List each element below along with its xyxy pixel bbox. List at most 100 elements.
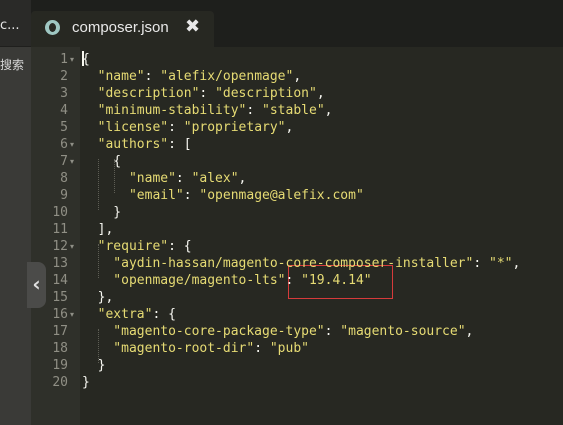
string-token: "magento-source" [340, 324, 466, 339]
code-line[interactable]: } [82, 357, 106, 374]
line-number-gutter: 1 ▾ 2 3 4 5 6 ▾ 7 ▾ 8 9 10 11 12 ▾ 13 14 15 16 ▾ 17 18 19 20 [31, 47, 80, 425]
sidebar-strip: c... 搜索 [0, 0, 31, 425]
string-token: "19.4.14" [301, 273, 372, 288]
string-token: "name" [82, 171, 176, 186]
code-line[interactable]: "require": { [82, 238, 192, 255]
punctuation-token: { [82, 52, 90, 67]
code-editor[interactable]: { "name": "alefix/openmage", "descriptio… [80, 47, 563, 425]
tab-bar: composer.json ✖ [31, 0, 563, 47]
punctuation-token: ], [82, 222, 114, 237]
line-number: 9 [60, 188, 68, 203]
code-line[interactable]: "extra": { [82, 306, 176, 323]
fold-toggle-icon[interactable]: ▾ [70, 306, 74, 323]
line-number: 16 [52, 307, 68, 322]
code-line[interactable]: { [82, 51, 90, 68]
punctuation-token: , [238, 171, 247, 186]
line-number: 6 [60, 137, 68, 152]
line-number: 2 [60, 69, 68, 84]
string-token: "authors" [82, 137, 169, 152]
close-tab-icon[interactable]: ✖ [185, 16, 200, 37]
punctuation-token: : [183, 188, 200, 203]
json-file-icon [45, 20, 60, 35]
code-line[interactable]: "magento-root-dir": "pub" [82, 340, 309, 357]
punctuation-token: : [473, 256, 489, 271]
code-line[interactable]: "magento-core-package-type": "magento-so… [82, 323, 473, 340]
string-token: "openmage/magento-lts" [82, 273, 286, 288]
string-token: "*" [489, 256, 513, 271]
punctuation-token: } [82, 205, 122, 220]
string-token: "pub" [269, 341, 309, 356]
fold-toggle-icon[interactable]: ▾ [70, 238, 74, 255]
punctuation-token: , [512, 256, 521, 271]
code-line[interactable]: "aydin-hassan/magento-core-composer-inst… [82, 255, 520, 272]
code-line[interactable]: } [82, 204, 121, 221]
tab-composer-json[interactable]: composer.json ✖ [31, 11, 214, 47]
punctuation-token: } [82, 358, 106, 373]
fold-toggle-icon[interactable]: ▾ [70, 153, 74, 170]
line-number: 5 [60, 120, 68, 135]
sidebar-search-fragment[interactable]: 搜索 [0, 56, 31, 73]
punctuation-token: } [82, 375, 90, 390]
string-token: "minimum-stability" [82, 103, 247, 118]
line-number: 7 [60, 154, 68, 169]
punctuation-token: : [324, 324, 341, 339]
tab-title: composer.json [72, 19, 169, 36]
string-token: "email" [82, 188, 184, 203]
line-number: 18 [52, 341, 68, 356]
punctuation-token: , [285, 120, 294, 135]
line-number: 1 [60, 52, 68, 67]
sidebar-header: c... [0, 0, 31, 47]
code-line[interactable]: "email": "openmage@alefix.com" [82, 187, 364, 204]
string-token: "openmage@alefix.com" [199, 188, 364, 203]
code-line[interactable]: "license": "proprietary", [82, 119, 294, 136]
line-number: 20 [52, 375, 68, 390]
line-number: 10 [52, 205, 68, 220]
line-number: 11 [52, 222, 68, 237]
punctuation-token: , [316, 86, 325, 101]
punctuation-token: : [246, 103, 263, 118]
punctuation-token: : [254, 341, 270, 356]
punctuation-token: : [ [168, 137, 192, 152]
line-number: 8 [60, 171, 68, 186]
code-line[interactable]: } [82, 374, 90, 391]
string-token: "license" [82, 120, 169, 135]
string-token: "aydin-hassan/magento-core-composer-inst… [82, 256, 474, 271]
punctuation-token: : [285, 273, 302, 288]
punctuation-token: : [199, 86, 216, 101]
line-number: 19 [52, 358, 68, 373]
punctuation-token: : [144, 69, 161, 84]
line-number: 17 [52, 324, 68, 339]
punctuation-token: , [465, 324, 474, 339]
line-number: 3 [60, 86, 68, 101]
string-token: "description" [215, 86, 317, 101]
string-token: "require" [82, 239, 169, 254]
string-token: "description" [82, 86, 200, 101]
line-number: 4 [60, 103, 68, 118]
string-token: "extra" [82, 307, 153, 322]
fold-toggle-icon[interactable]: ▾ [70, 51, 74, 68]
code-line[interactable]: "description": "description", [82, 85, 325, 102]
punctuation-token: : { [168, 239, 192, 254]
code-line[interactable]: "authors": [ [82, 136, 192, 153]
code-line[interactable]: "name": "alex", [82, 170, 246, 187]
string-token: "alex" [191, 171, 239, 186]
string-token: "name" [82, 69, 145, 84]
fold-toggle-icon[interactable]: ▾ [70, 136, 74, 153]
line-number: 12 [52, 239, 68, 254]
code-line[interactable]: "minimum-stability": "stable", [82, 102, 333, 119]
punctuation-token: , [293, 69, 302, 84]
punctuation-token: { [82, 154, 122, 169]
code-line[interactable]: { [82, 153, 121, 170]
code-line[interactable]: "openmage/magento-lts": "19.4.14" [82, 272, 372, 289]
code-line[interactable]: }, [82, 289, 114, 306]
string-token: "alefix/openmage" [160, 69, 294, 84]
collapse-panel-button[interactable]: ‹ [27, 262, 46, 308]
sidebar-fragment-top[interactable]: c... [0, 18, 31, 33]
string-token: "magento-root-dir" [82, 341, 255, 356]
code-line[interactable]: ], [82, 221, 114, 238]
punctuation-token: : [175, 171, 192, 186]
punctuation-token: , [324, 103, 333, 118]
string-token: "magento-core-package-type" [82, 324, 325, 339]
string-token: "proprietary" [183, 120, 286, 135]
code-line[interactable]: "name": "alefix/openmage", [82, 68, 302, 85]
